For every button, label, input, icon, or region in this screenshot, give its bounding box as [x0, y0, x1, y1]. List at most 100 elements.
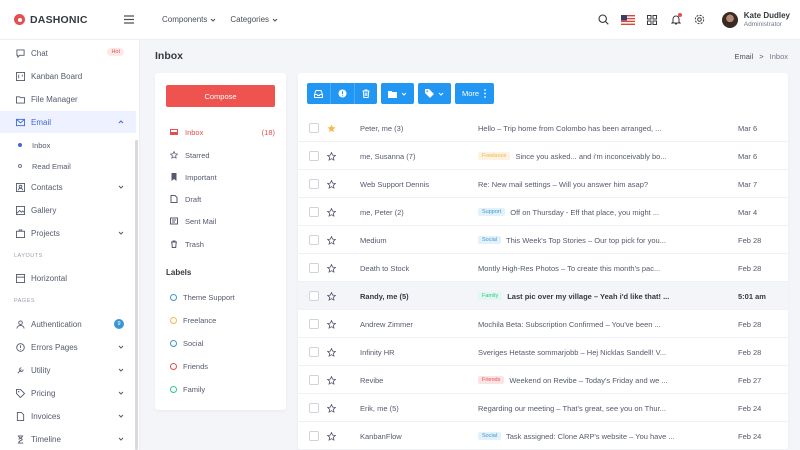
tool-icon — [17, 366, 24, 374]
email-row[interactable]: me, Susanna (7) Freelance Since you asked.… — [298, 142, 788, 170]
label-color-dot — [170, 362, 177, 370]
sidebar-item-utility[interactable]: Utility — [0, 359, 136, 381]
apply-label-button[interactable] — [418, 83, 451, 104]
bell-icon[interactable] — [664, 8, 688, 32]
sidebar-item-kanban[interactable]: Kanban Board — [0, 65, 136, 87]
menu-toggle-icon[interactable] — [124, 15, 138, 24]
more-dropdown[interactable]: More — [455, 83, 495, 104]
sidebar-scrollbar[interactable] — [135, 140, 138, 450]
gear-icon[interactable] — [688, 8, 712, 32]
label-freelance[interactable]: Freelance — [170, 313, 270, 327]
sidebar-item-gallery[interactable]: Gallery — [0, 199, 136, 221]
tag-icon — [16, 388, 25, 398]
more-button[interactable]: More — [455, 83, 494, 104]
folder-draft[interactable]: Draft — [170, 191, 275, 207]
sidebar-item-chat[interactable]: Chat Hot — [0, 42, 136, 64]
star-icon[interactable] — [327, 431, 336, 441]
row-checkbox[interactable] — [309, 207, 319, 217]
email-row[interactable]: Peter, me (3) Hello – Trip home from Colo… — [298, 114, 788, 142]
breadcrumb-email[interactable]: Email — [734, 52, 753, 61]
star-icon[interactable] — [327, 319, 336, 329]
star-icon[interactable] — [327, 235, 336, 245]
hot-badge: Hot — [107, 48, 124, 56]
row-checkbox[interactable] — [309, 403, 319, 413]
delete-button[interactable] — [354, 83, 377, 104]
email-row[interactable]: KanbanFlow Social Task assigned: Clone ARP… — [298, 422, 788, 450]
section-heading-layouts: LAYOUTS — [14, 253, 43, 259]
email-row[interactable]: Erik, me (5) Regarding our meeting – That… — [298, 394, 788, 422]
sidebar-item-email[interactable]: Email — [0, 111, 136, 133]
star-filled-icon[interactable] — [327, 124, 336, 133]
folder-important[interactable]: Important — [170, 169, 275, 185]
star-icon[interactable] — [327, 151, 336, 161]
timeline-icon — [17, 434, 24, 444]
nav-components[interactable]: Components — [162, 15, 216, 24]
nav-categories[interactable]: Categories — [230, 15, 278, 24]
label-family[interactable]: Family — [170, 382, 270, 396]
sidebar-subitem-inbox[interactable]: Inbox — [0, 135, 136, 155]
sidebar-item-pricing[interactable]: Pricing — [0, 382, 136, 404]
star-icon[interactable] — [327, 375, 336, 385]
archive-button[interactable] — [307, 83, 330, 104]
us-flag-icon[interactable] — [616, 8, 640, 32]
email-row[interactable]: Randy, me (5) Family Last pic over my vill… — [298, 282, 788, 310]
sidebar-item-file-manager[interactable]: File Manager — [0, 88, 136, 110]
sidebar-item-label: Authentication — [31, 319, 82, 329]
row-checkbox[interactable] — [309, 235, 319, 245]
email-row[interactable]: Death to Stock Montly High-Res Photos – T… — [298, 254, 788, 282]
label-friends[interactable]: Friends — [170, 359, 270, 373]
star-icon[interactable] — [327, 179, 336, 189]
email-subject: Sveriges Hetaste sommarjobb – Hej Nickla… — [478, 347, 667, 357]
folder-inbox[interactable]: Inbox (18) — [170, 124, 275, 140]
email-row[interactable]: Infinity HR Sveriges Hetaste sommarjobb –… — [298, 338, 788, 366]
email-row[interactable]: Web Support Dennis Re: New mail settings … — [298, 170, 788, 198]
sidebar-item-projects[interactable]: Projects — [0, 222, 136, 244]
email-subject: Since you asked... and i'm inconceivably… — [515, 151, 667, 161]
report-spam-button[interactable] — [330, 83, 354, 104]
sidebar-item-timeline[interactable]: Timeline — [0, 428, 136, 450]
email-subject: Last pic over my village – Yeah i'd like… — [507, 291, 670, 301]
email-row[interactable]: Revibe Friends Weekend on Revibe – Today's… — [298, 366, 788, 394]
email-date: Mar 6 — [738, 151, 758, 161]
row-checkbox[interactable] — [309, 431, 319, 441]
compose-button[interactable]: Compose — [166, 85, 275, 107]
star-icon[interactable] — [327, 347, 336, 357]
sidebar-item-invoices[interactable]: Invoices — [0, 405, 136, 427]
row-checkbox[interactable] — [309, 179, 319, 189]
star-icon[interactable] — [327, 403, 336, 413]
user-menu[interactable]: Kate Dudley Administrator — [721, 11, 790, 29]
email-row[interactable]: Andrew Zimmer Mochila Beta: Subscription … — [298, 310, 788, 338]
sidebar-subitem-read-email[interactable]: Read Email — [0, 156, 136, 176]
email-row[interactable]: me, Peter (2) Support Off on Thursday - Ef… — [298, 198, 788, 226]
star-icon[interactable] — [327, 291, 336, 301]
folder-trash[interactable]: Trash — [170, 236, 275, 252]
label-theme-support[interactable]: Theme Support — [170, 290, 270, 304]
folder-sent[interactable]: Sent Mail — [170, 213, 275, 229]
sidebar-item-errors-pages[interactable]: Errors Pages — [0, 336, 136, 358]
contacts-icon — [16, 182, 25, 192]
star-icon[interactable] — [327, 263, 336, 273]
row-checkbox[interactable] — [309, 291, 319, 301]
search-icon[interactable] — [592, 8, 616, 32]
row-checkbox[interactable] — [309, 347, 319, 357]
label-dropdown[interactable] — [418, 83, 451, 104]
row-checkbox[interactable] — [309, 123, 319, 133]
nav-categories-label: Categories — [230, 15, 270, 24]
sidebar-item-contacts[interactable]: Contacts — [0, 176, 136, 198]
email-row[interactable]: Medium Social This Week's Top Stories – Ou… — [298, 226, 788, 254]
brand[interactable]: DASHONIC — [0, 14, 140, 26]
star-icon[interactable] — [327, 207, 336, 217]
row-checkbox[interactable] — [309, 375, 319, 385]
apps-grid-icon[interactable] — [640, 8, 664, 32]
email-subject-cell: Montly High-Res Photos – To create this … — [478, 264, 733, 273]
sidebar-item-authentication[interactable]: Authentication 9 — [0, 313, 136, 335]
row-checkbox[interactable] — [309, 263, 319, 273]
label-social[interactable]: Social — [170, 336, 270, 350]
sidebar-item-horizontal[interactable]: Horizontal — [0, 267, 136, 289]
move-to-folder-dropdown[interactable] — [381, 83, 414, 104]
row-checkbox[interactable] — [309, 319, 319, 329]
row-checkbox[interactable] — [309, 151, 319, 161]
brand-logo-icon — [14, 14, 25, 25]
move-to-folder-button[interactable] — [381, 83, 414, 104]
folder-starred[interactable]: Starred — [170, 147, 275, 163]
